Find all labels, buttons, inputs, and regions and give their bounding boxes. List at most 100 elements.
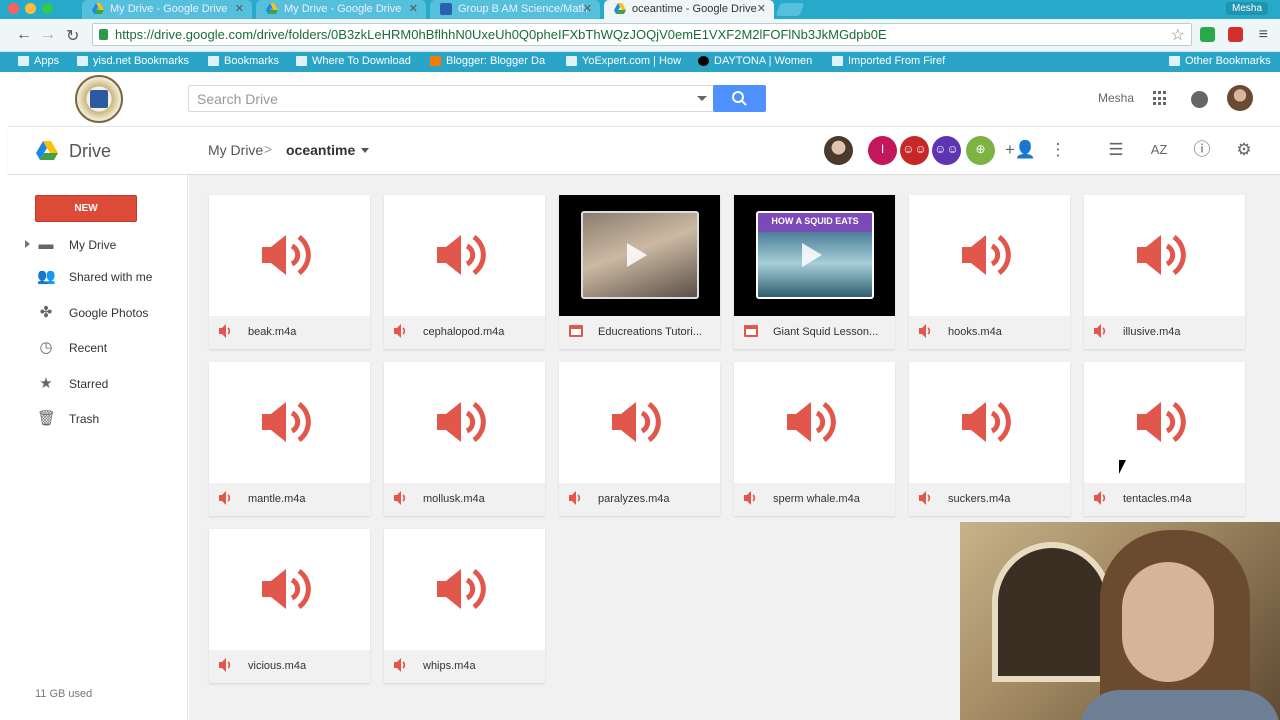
audio-speaker-icon: [1137, 401, 1186, 443]
reload-icon[interactable]: ↻: [66, 26, 79, 46]
file-card[interactable]: cephalopod.m4a: [384, 195, 545, 349]
bookmark-link[interactable]: YoExpert.com | How: [566, 55, 681, 67]
browser-tab[interactable]: My Drive - Google Drive ✕: [256, 0, 426, 19]
browser-profile-name[interactable]: Mesha: [1225, 2, 1268, 15]
search-button[interactable]: [713, 85, 766, 112]
info-icon[interactable]: ⓘ: [1191, 139, 1213, 161]
address-bar[interactable]: https://drive.google.com/drive/folders/0…: [92, 23, 1192, 46]
file-card[interactable]: suckers.m4a: [909, 362, 1070, 516]
site-favicon-icon: [566, 56, 577, 66]
close-tab-icon[interactable]: ✕: [409, 2, 418, 15]
sidebar-item-google-photos[interactable]: ✤ Google Photos: [8, 302, 188, 326]
close-window-button[interactable]: [8, 3, 19, 14]
sidebar-item-label: My Drive: [69, 238, 117, 252]
sidebar-item-starred[interactable]: ★ Starred: [8, 373, 188, 397]
zoom-window-button[interactable]: [42, 3, 53, 14]
minimize-window-button[interactable]: [25, 3, 36, 14]
back-arrow-icon[interactable]: ←: [16, 26, 32, 44]
search-options-chevron-down-icon[interactable]: [697, 96, 707, 101]
user-name[interactable]: Mesha: [1098, 91, 1134, 105]
play-icon[interactable]: [627, 243, 647, 267]
file-name: whips.m4a: [423, 660, 476, 672]
file-card[interactable]: vicious.m4a: [209, 529, 370, 683]
browser-menu-icon[interactable]: ≡: [1259, 26, 1268, 44]
file-name: mantle.m4a: [248, 493, 306, 505]
breadcrumb-my-drive[interactable]: My Drive: [208, 142, 263, 158]
file-card[interactable]: mantle.m4a: [209, 362, 370, 516]
bookmark-star-icon[interactable]: ☆: [1171, 25, 1185, 45]
webcam-presenter-face: [1122, 562, 1214, 682]
link-sharing-avatar[interactable]: ⊕: [966, 136, 995, 165]
bookmark-folder[interactable]: Bookmarks: [208, 55, 279, 67]
file-card[interactable]: paralyzes.m4a: [559, 362, 720, 516]
folder-menu-chevron-down-icon[interactable]: [361, 148, 369, 153]
sidebar-item-recent[interactable]: ◷ Recent: [8, 337, 188, 361]
sidebar: NEW ▬ My Drive 👥 Shared with me ✤ Google…: [8, 175, 188, 720]
forward-arrow-icon[interactable]: →: [40, 26, 56, 44]
file-card[interactable]: whips.m4a: [384, 529, 545, 683]
settings-gear-icon[interactable]: ⚙: [1233, 139, 1255, 161]
browser-tab[interactable]: Group B AM Science/Math ✕: [430, 0, 600, 19]
clock-icon: ◷: [39, 339, 53, 356]
file-name-row: Giant Squid Lesson...: [734, 316, 895, 349]
district-seal-logo[interactable]: [75, 75, 123, 123]
browser-toolbar: ← → ↻ https://drive.google.com/drive/fol…: [0, 19, 1280, 52]
bookmark-folder[interactable]: yisd.net Bookmarks: [77, 55, 189, 67]
notifications-bell-icon[interactable]: [1191, 91, 1208, 108]
shared-user-avatar[interactable]: I: [868, 136, 897, 165]
sidebar-item-my-drive[interactable]: ▬ My Drive: [8, 234, 188, 258]
close-tab-icon[interactable]: ✕: [757, 2, 766, 15]
avatar[interactable]: [1227, 85, 1253, 111]
bookmark-folder[interactable]: Other Bookmarks: [1169, 55, 1271, 67]
new-button[interactable]: NEW: [35, 195, 137, 222]
audio-file-icon: [394, 491, 406, 505]
close-tab-icon[interactable]: ✕: [235, 2, 244, 15]
file-card[interactable]: mollusk.m4a: [384, 362, 545, 516]
file-card[interactable]: illusive.m4a: [1084, 195, 1245, 349]
bookmark-link[interactable]: DAYTONA | Women: [698, 55, 812, 67]
bookmark-label: Blogger: Blogger Da: [446, 55, 546, 67]
breadcrumb-current-folder[interactable]: oceantime: [286, 142, 355, 158]
extension-green-icon[interactable]: [1200, 27, 1215, 42]
extension-red-icon[interactable]: [1228, 27, 1243, 42]
file-card[interactable]: hooks.m4a: [909, 195, 1070, 349]
close-tab-icon[interactable]: ✕: [583, 2, 592, 15]
drive-app-title[interactable]: Drive: [69, 141, 111, 162]
sidebar-item-trash[interactable]: 🗑 Trash: [8, 408, 188, 432]
browser-tab-active[interactable]: oceantime - Google Drive ✕: [604, 0, 774, 19]
new-tab-button[interactable]: [775, 3, 805, 16]
bookmark-link[interactable]: Blogger: Blogger Da: [430, 55, 545, 67]
shared-group-avatar[interactable]: ☺☺: [932, 136, 961, 165]
more-vertical-icon[interactable]: ⋮: [1047, 139, 1069, 161]
add-person-icon[interactable]: +👤: [1005, 139, 1036, 161]
webcam-background-window: [992, 542, 1112, 682]
apps-grid-icon[interactable]: [1153, 91, 1168, 106]
expand-arrow-icon[interactable]: [25, 240, 30, 248]
search-input[interactable]: Search Drive: [188, 85, 714, 112]
sort-az-icon[interactable]: AZ: [1148, 139, 1170, 161]
bookmark-folder[interactable]: Imported From Firef: [832, 55, 945, 67]
file-card[interactable]: Educreations Tutori...: [559, 195, 720, 349]
file-card[interactable]: tentacles.m4a: [1084, 362, 1245, 516]
drive-logo-icon[interactable]: [36, 141, 58, 160]
play-icon[interactable]: [802, 243, 822, 267]
avatar[interactable]: [824, 136, 853, 165]
audio-file-icon: [919, 491, 931, 505]
file-card[interactable]: HOW A SQUID EATS Giant Squid Lesson...: [734, 195, 895, 349]
file-card[interactable]: beak.m4a: [209, 195, 370, 349]
file-thumbnail: [1084, 195, 1245, 316]
video-file-icon: [744, 325, 758, 337]
file-card[interactable]: sperm whale.m4a: [734, 362, 895, 516]
file-name: illusive.m4a: [1123, 326, 1181, 338]
audio-file-icon: [569, 491, 581, 505]
bookmark-link[interactable]: Where To Download: [296, 55, 411, 67]
sidebar-item-shared-with-me[interactable]: 👥 Shared with me: [8, 266, 188, 290]
file-thumbnail: [384, 195, 545, 316]
list-view-icon[interactable]: ☰: [1105, 139, 1127, 161]
file-name-row: tentacles.m4a: [1084, 483, 1245, 516]
browser-tab[interactable]: My Drive - Google Drive ✕: [82, 0, 252, 19]
shared-group-avatar[interactable]: ☺☺: [900, 136, 929, 165]
drive-favicon-icon: [92, 3, 104, 15]
bookmark-apps[interactable]: Apps: [18, 55, 59, 67]
drive-header: Search Drive Mesha: [8, 72, 1280, 127]
